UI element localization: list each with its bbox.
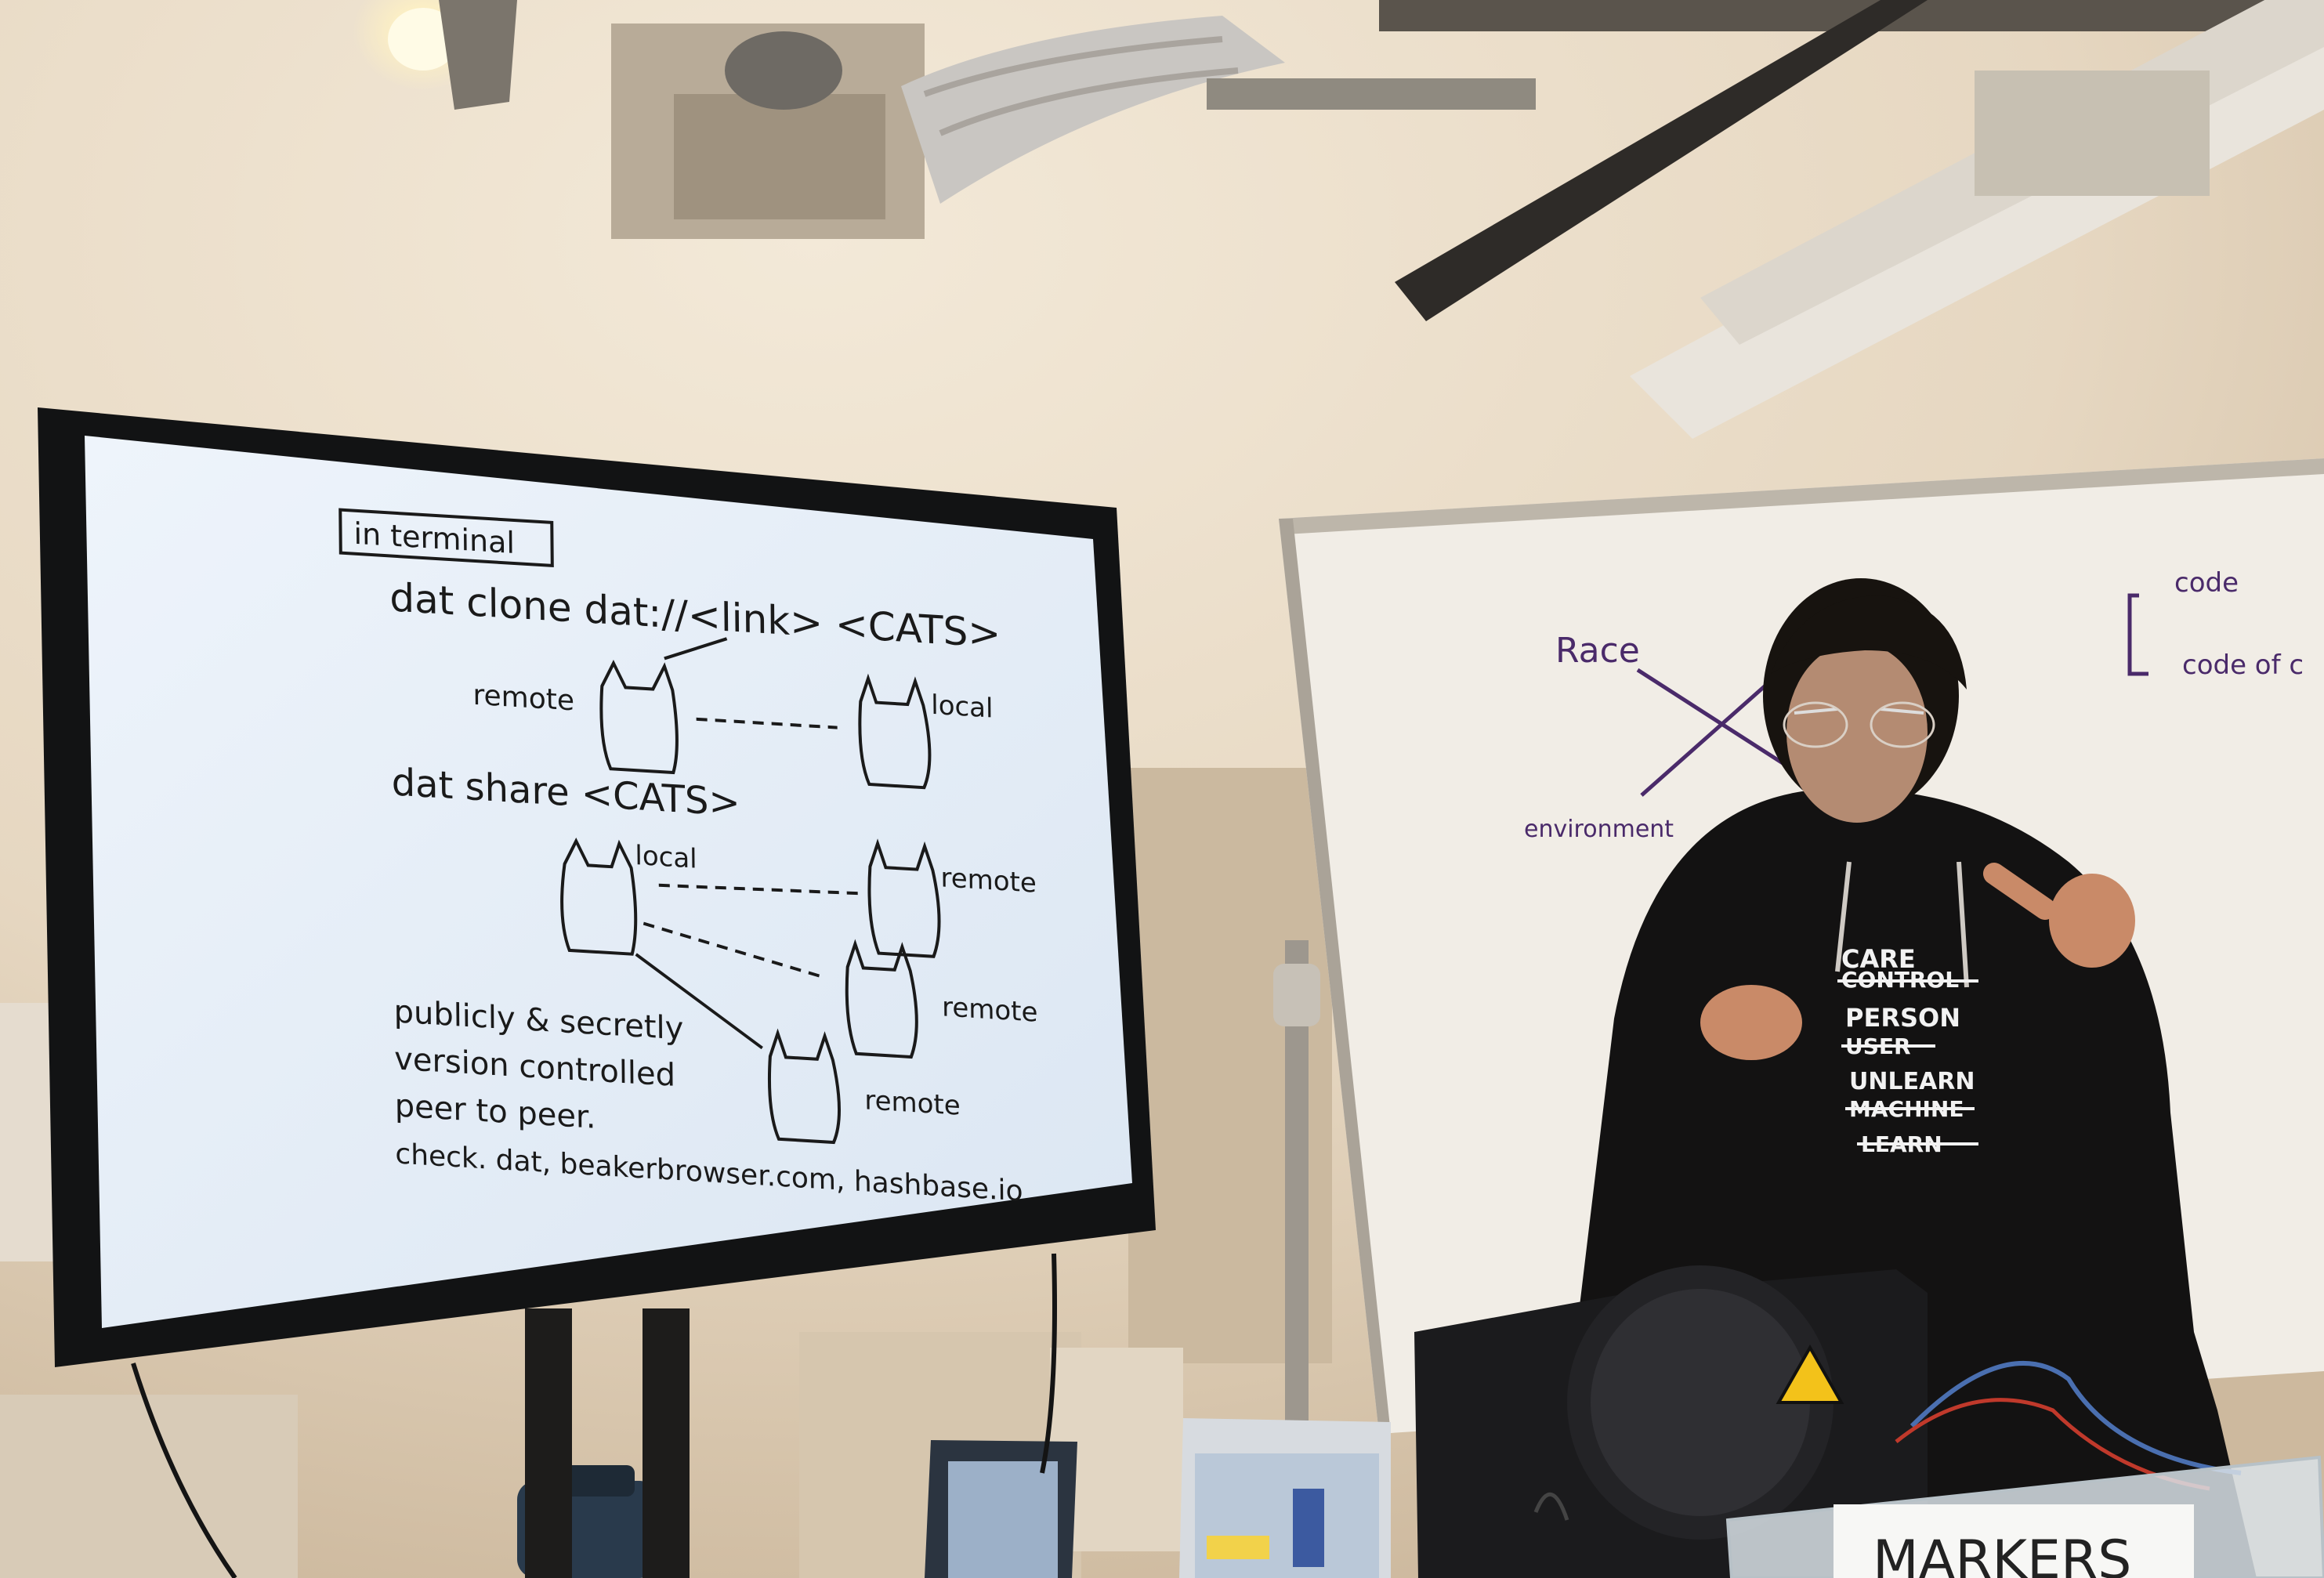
label-remote-1: remote [472,679,574,718]
label-local-2: local [635,840,697,875]
wb-race: Race [1555,631,1640,671]
label-local-1: local [931,689,994,725]
label-remote-4: remote [864,1084,961,1121]
shirt-line-3: PERSON [1845,1003,1960,1033]
label-remote-2: remote [940,862,1037,899]
wb-code-of: code of c [2182,650,2304,681]
photo-scene: Race environment code code of c CARE CON… [0,0,2324,1578]
label-remote-3: remote [942,991,1038,1028]
markers-box-label: MARKERS [1873,1529,2131,1578]
wb-code: code [2174,567,2239,599]
wb-environment: environment [1524,816,1674,843]
shirt-line-5: UNLEARN [1849,1068,1975,1095]
